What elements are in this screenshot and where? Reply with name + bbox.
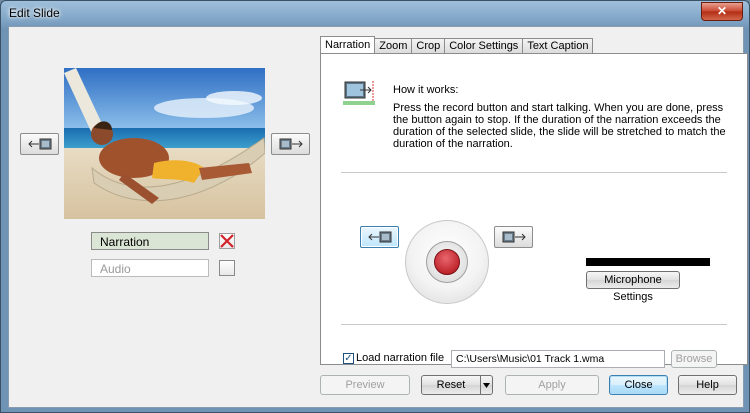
close-button[interactable]: Close [609, 375, 668, 395]
reset-dropdown-button[interactable] [480, 375, 493, 395]
slide-preview-image [64, 68, 265, 219]
close-icon: ✕ [716, 4, 728, 18]
previous-slide-button[interactable] [20, 133, 59, 155]
load-narration-file-checkbox[interactable]: ✓ [343, 353, 354, 364]
browse-button[interactable]: Browse [671, 350, 717, 368]
remove-audio-button[interactable] [219, 260, 235, 276]
window-close-button[interactable]: ✕ [701, 2, 743, 21]
microphone-settings-button[interactable]: Microphone Settings [586, 271, 680, 303]
title-bar[interactable]: Edit Slide ✕ [1, 1, 749, 27]
arrow-right-slide-icon [502, 231, 526, 243]
narration-panel: How it works: Press the record button an… [320, 53, 748, 368]
tab-color-settings[interactable]: Color Settings [444, 38, 524, 53]
tab-strip: Narration Zoom Crop Color Settings Text … [320, 36, 594, 54]
tab-narration[interactable]: Narration [320, 36, 376, 53]
narration-info-icon [343, 81, 375, 105]
tab-text-caption[interactable]: Text Caption [522, 38, 594, 53]
help-button[interactable]: Help [678, 375, 737, 395]
record-button-ring [426, 241, 468, 283]
divider-top [341, 172, 727, 173]
arrow-left-slide-icon [367, 231, 391, 243]
tab-crop[interactable]: Crop [411, 38, 446, 53]
chevron-down-icon [483, 383, 490, 388]
arrow-right-slide-icon [279, 138, 303, 150]
divider-bottom [341, 324, 727, 325]
how-it-works-description: Press the record button and start talkin… [393, 102, 726, 150]
record-button[interactable] [405, 220, 489, 304]
microphone-level-meter [586, 258, 710, 266]
audio-track-field[interactable]: Audio [91, 259, 209, 277]
window-title: Edit Slide [9, 6, 60, 20]
tab-zoom[interactable]: Zoom [374, 38, 413, 53]
record-icon [434, 249, 460, 275]
narration-previous-slide-button[interactable] [360, 226, 399, 248]
red-x-icon [220, 234, 234, 248]
dialog-client-area: Narration Audio Narration Zoom Crop Colo… [8, 26, 748, 408]
arrow-left-slide-icon [27, 138, 51, 150]
narration-file-path-input[interactable]: C:\Users\Music\01 Track 1.wma [451, 350, 665, 368]
narration-track-field[interactable]: Narration [91, 232, 209, 250]
load-narration-file-label: Load narration file [356, 352, 445, 364]
next-slide-button[interactable] [271, 133, 310, 155]
preview-button[interactable]: Preview [320, 375, 410, 395]
how-it-works-text-block: How it works: Press the record button an… [393, 84, 733, 150]
narration-next-slide-button[interactable] [494, 226, 533, 248]
how-it-works-title: How it works: [393, 84, 459, 96]
edit-slide-window: Edit Slide ✕ Narration Audio Narration Z… [0, 0, 750, 413]
reset-button[interactable]: Reset [421, 375, 481, 395]
remove-narration-button[interactable] [219, 233, 235, 249]
apply-button[interactable]: Apply [505, 375, 599, 395]
